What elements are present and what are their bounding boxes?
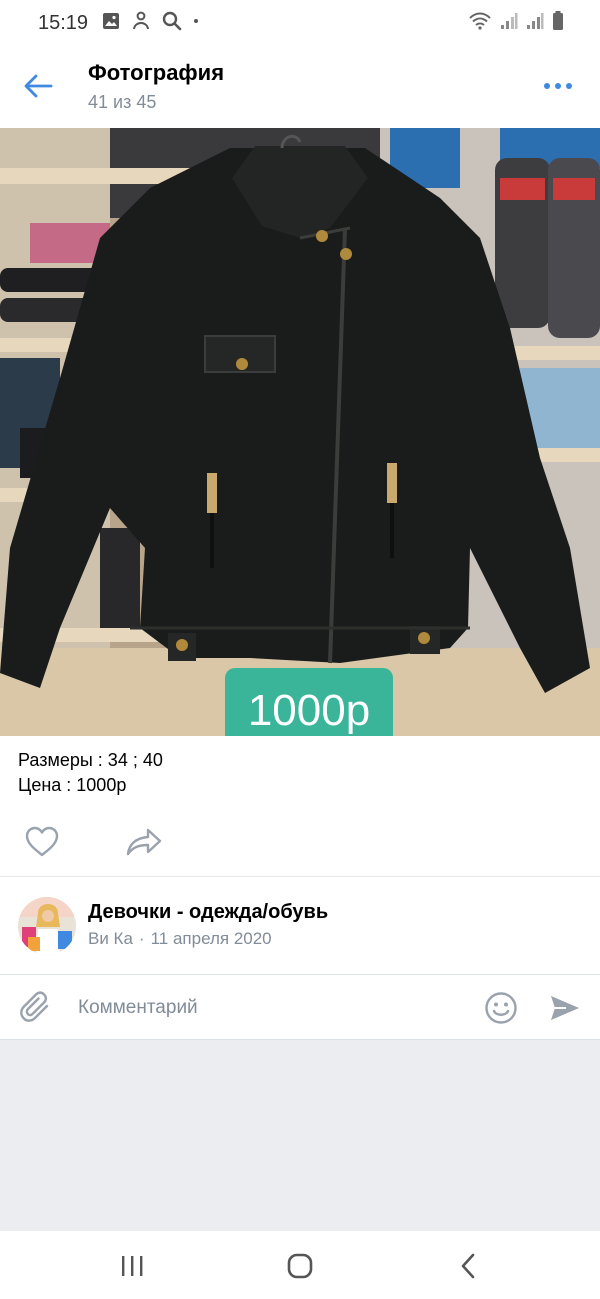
notification-dot xyxy=(194,19,198,23)
paperclip-icon xyxy=(20,991,49,1022)
share-button[interactable] xyxy=(124,826,164,858)
system-nav-bar xyxy=(0,1231,600,1299)
share-arrow-icon xyxy=(126,828,162,856)
post-author-row[interactable]: Девочки - одежда/обувь Ви Ка · 11 апреля 2… xyxy=(0,876,600,974)
emoji-button[interactable] xyxy=(484,991,518,1025)
more-dot xyxy=(566,83,572,89)
price-tag: 1000р xyxy=(225,668,393,736)
signal-icon xyxy=(501,13,518,29)
more-dot xyxy=(544,83,550,89)
author-name[interactable]: Ви Ка xyxy=(88,929,133,948)
avatar-image xyxy=(18,897,76,955)
back-button[interactable] xyxy=(22,70,54,102)
gallery-icon xyxy=(103,13,119,29)
comment-input[interactable] xyxy=(78,994,458,1022)
more-dot xyxy=(555,83,561,89)
signal-icon xyxy=(527,13,544,29)
comment-bar xyxy=(0,974,600,1040)
post-photo[interactable]: 1000р xyxy=(0,128,600,736)
photo-counter: 41 из 45 xyxy=(88,92,157,112)
status-bar: 15:19 xyxy=(0,0,600,46)
post-date: 11 апреля 2020 xyxy=(150,929,272,948)
wifi-icon xyxy=(469,12,491,30)
recent-apps-icon xyxy=(122,1256,143,1276)
home-button[interactable] xyxy=(284,1251,316,1281)
heart-icon xyxy=(25,826,59,857)
smiley-icon xyxy=(485,992,517,1024)
price-tag-text: 1000р xyxy=(247,686,371,735)
group-name[interactable]: Девочки - одежда/обувь xyxy=(88,901,328,924)
send-arrow-icon xyxy=(551,996,579,1020)
group-avatar[interactable] xyxy=(18,897,76,955)
recent-apps-button[interactable] xyxy=(116,1251,148,1281)
arrow-left-icon xyxy=(24,74,53,98)
battery-icon xyxy=(553,11,563,30)
photo-description: Размеры : 34 ; 40 Цена : 1000р xyxy=(0,736,600,876)
app-header: Фотография 41 из 45 xyxy=(0,46,600,128)
back-nav-button[interactable] xyxy=(452,1251,484,1281)
more-options-button[interactable] xyxy=(542,74,574,98)
post-meta: Ви Ка · 11 апреля 2020 xyxy=(88,929,272,949)
home-icon xyxy=(287,1253,313,1279)
price-text: Цена : 1000р xyxy=(18,775,127,795)
sizes-text: Размеры : 34 ; 40 xyxy=(18,750,163,770)
page-title: Фотография xyxy=(88,60,225,85)
bixby-icon xyxy=(133,11,149,30)
status-time: 15:19 xyxy=(38,12,89,34)
like-button[interactable] xyxy=(24,826,60,858)
search-icon xyxy=(162,11,182,31)
back-icon xyxy=(461,1253,475,1279)
jacket-photo-illustration xyxy=(0,128,600,736)
photo-viewer-page: 15:19 Фотография 41 из 45 1000р Размеры … xyxy=(0,0,600,1299)
meta-separator: · xyxy=(138,929,145,948)
attach-button[interactable] xyxy=(20,991,52,1025)
send-button[interactable] xyxy=(548,991,582,1025)
